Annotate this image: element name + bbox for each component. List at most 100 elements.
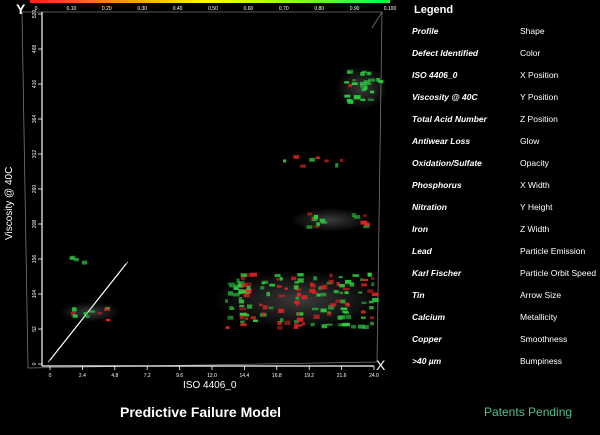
data-point bbox=[89, 310, 96, 313]
data-point bbox=[369, 90, 375, 93]
data-point bbox=[239, 307, 247, 311]
data-point bbox=[362, 278, 369, 282]
legend-row: Defect Identified Color bbox=[408, 48, 600, 70]
data-point bbox=[344, 94, 351, 98]
data-point bbox=[365, 82, 372, 85]
data-point bbox=[266, 291, 271, 297]
data-point bbox=[370, 277, 375, 281]
data-point bbox=[348, 84, 353, 88]
data-point bbox=[358, 291, 363, 294]
data-point bbox=[274, 274, 281, 278]
data-point bbox=[352, 79, 356, 82]
data-point bbox=[363, 225, 370, 229]
data-point bbox=[293, 323, 298, 326]
data-point bbox=[351, 82, 358, 86]
data-point bbox=[341, 323, 348, 326]
data-point bbox=[262, 280, 269, 284]
data-point bbox=[309, 157, 315, 162]
data-point bbox=[240, 320, 245, 324]
data-point bbox=[353, 95, 361, 100]
data-point bbox=[360, 310, 366, 314]
data-point bbox=[73, 257, 79, 262]
data-point bbox=[371, 282, 375, 287]
data-point bbox=[344, 279, 352, 284]
legend-row: Antiwear Loss Glow bbox=[408, 136, 600, 158]
data-point bbox=[351, 324, 357, 329]
data-point bbox=[351, 212, 356, 218]
data-point bbox=[236, 278, 240, 283]
z-tick-mark bbox=[47, 357, 53, 363]
x-tick-label: 19.2 bbox=[304, 373, 314, 379]
z-tick-mark bbox=[104, 285, 110, 291]
data-point bbox=[330, 303, 337, 307]
data-point bbox=[83, 312, 88, 315]
legend-row: Phosphorus X Width bbox=[408, 180, 600, 202]
colorbar-ticks: 0 0.10 0.20 0.30 0.40 0.50 0.60 0.70 0.80 0.90 0.1… bbox=[35, 6, 397, 12]
data-point bbox=[335, 163, 339, 168]
data-point bbox=[296, 317, 304, 322]
data-point bbox=[314, 225, 319, 228]
data-point bbox=[371, 292, 379, 297]
legend-row: Tin Arrow Size bbox=[408, 290, 600, 312]
data-point bbox=[227, 315, 234, 320]
legend-key: Defect Identified bbox=[412, 48, 479, 58]
y-tick-label: 0 bbox=[32, 362, 38, 365]
legend-value: Y Position bbox=[520, 92, 559, 102]
legend-panel: Legend Profile Shape Defect Identified Colo… bbox=[408, 0, 600, 400]
legend-row: ISO 4406_0 X Position bbox=[408, 70, 600, 92]
x-tick-label: 9.6 bbox=[176, 373, 183, 379]
data-point bbox=[228, 284, 236, 288]
legend-key: Lead bbox=[412, 246, 432, 256]
y-tick-label: 260 bbox=[32, 185, 38, 194]
y-axis-title: Viscosity @ 40C bbox=[4, 167, 15, 240]
data-point bbox=[316, 293, 321, 297]
legend-row: Profile Shape bbox=[408, 26, 600, 48]
data-point bbox=[360, 98, 366, 101]
x-tick-label: 4.8 bbox=[111, 373, 118, 379]
data-point bbox=[104, 307, 110, 312]
data-point bbox=[239, 304, 245, 308]
data-point bbox=[313, 214, 319, 220]
data-point bbox=[306, 225, 313, 229]
y-tick-label: 104 bbox=[32, 290, 38, 299]
y-tick-label: 416 bbox=[32, 80, 38, 89]
colorbar-tick-label: 0.30 bbox=[137, 6, 147, 12]
data-point bbox=[284, 320, 291, 326]
legend-key: Antiwear Loss bbox=[412, 136, 471, 146]
data-point bbox=[367, 289, 374, 293]
data-point bbox=[322, 284, 328, 290]
data-point bbox=[326, 312, 332, 316]
data-point bbox=[282, 159, 287, 163]
data-point bbox=[333, 290, 339, 294]
data-point bbox=[340, 307, 348, 311]
data-point bbox=[339, 283, 345, 288]
data-point bbox=[278, 294, 285, 298]
data-point bbox=[279, 277, 283, 281]
x-axis-letter: X bbox=[376, 357, 386, 373]
y-tick-label: 364 bbox=[32, 115, 38, 124]
data-point bbox=[336, 281, 340, 286]
data-point bbox=[367, 98, 375, 101]
data-point bbox=[326, 323, 333, 326]
data-point bbox=[246, 285, 251, 291]
data-point bbox=[369, 316, 374, 320]
data-point bbox=[227, 291, 234, 296]
legend-value: Arrow Size bbox=[520, 290, 562, 300]
data-point bbox=[313, 276, 318, 281]
data-point bbox=[241, 281, 245, 284]
colorbar-tick-label: 0.70 bbox=[279, 6, 289, 12]
data-point bbox=[316, 222, 320, 227]
data-point bbox=[252, 319, 259, 323]
data-point bbox=[328, 279, 334, 284]
legend-title: Legend bbox=[414, 4, 454, 16]
colorbar-tick-label: 0.10 bbox=[67, 6, 77, 12]
data-point bbox=[269, 283, 276, 287]
data-point bbox=[284, 287, 288, 290]
data-point bbox=[279, 318, 284, 323]
data-point bbox=[230, 307, 235, 310]
colorbar-tick-label: 0.20 bbox=[102, 6, 112, 12]
data-point bbox=[324, 159, 329, 163]
data-point bbox=[239, 315, 245, 320]
legend-value: Particle Orbit Speed bbox=[520, 268, 597, 278]
data-point bbox=[310, 322, 315, 327]
